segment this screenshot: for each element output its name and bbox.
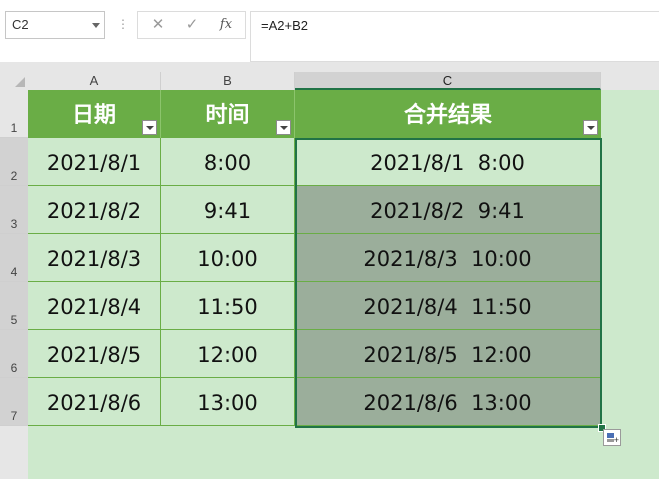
formula-bar: C2 ⋮ ✕ ✓ fx =A2+B2: [0, 0, 659, 62]
cell-a7[interactable]: 2021/8/6: [28, 378, 161, 426]
table-header-merged-result[interactable]: 合并结果: [295, 90, 601, 138]
name-box[interactable]: C2: [5, 11, 105, 39]
row-header-1[interactable]: 1: [0, 90, 28, 138]
cell-a2[interactable]: 2021/8/1: [28, 138, 161, 186]
cell-c6[interactable]: 2021/8/5 12:00: [295, 330, 601, 378]
cell-b4[interactable]: 10:00: [161, 234, 295, 282]
table-header-label: 合并结果: [403, 102, 492, 127]
select-all-button[interactable]: [0, 72, 28, 90]
cell-a6[interactable]: 2021/8/5: [28, 330, 161, 378]
row-header-3[interactable]: 3: [0, 186, 28, 234]
check-icon[interactable]: ✓: [180, 12, 204, 38]
formula-buttons: ✕ ✓ fx: [137, 11, 246, 39]
cell-b3[interactable]: 9:41: [161, 186, 295, 234]
column-header-b[interactable]: B: [161, 72, 295, 90]
cell-a5[interactable]: 2021/8/4: [28, 282, 161, 330]
name-box-value: C2: [12, 17, 29, 32]
cell-c4[interactable]: 2021/8/3 10:00: [295, 234, 601, 282]
filter-dropdown-icon[interactable]: [583, 120, 598, 135]
cell-b5[interactable]: 11:50: [161, 282, 295, 330]
formula-input[interactable]: =A2+B2: [250, 11, 659, 62]
formula-text: =A2+B2: [261, 18, 308, 33]
cell-c2[interactable]: 2021/8/1 8:00: [295, 138, 601, 186]
row-header-7[interactable]: 7: [0, 378, 28, 426]
row-header-5[interactable]: 5: [0, 282, 28, 330]
row-header-6[interactable]: 6: [0, 330, 28, 378]
formula-bar-grip-icon: ⋮: [117, 17, 129, 31]
cell-b2[interactable]: 8:00: [161, 138, 295, 186]
cell-a4[interactable]: 2021/8/3: [28, 234, 161, 282]
cell-c5[interactable]: 2021/8/4 11:50: [295, 282, 601, 330]
chevron-down-icon[interactable]: [92, 23, 100, 28]
table-header-label: 日期: [71, 102, 116, 127]
quick-analysis-icon[interactable]: +: [603, 429, 621, 446]
filter-dropdown-icon[interactable]: [142, 120, 157, 135]
table-header-date[interactable]: 日期: [28, 90, 161, 138]
close-icon[interactable]: ✕: [146, 12, 170, 38]
cell-c3[interactable]: 2021/8/2 9:41: [295, 186, 601, 234]
table-header-time[interactable]: 时间: [161, 90, 295, 138]
filter-dropdown-icon[interactable]: [276, 120, 291, 135]
cell-c7[interactable]: 2021/8/6 13:00: [295, 378, 601, 426]
cell-b7[interactable]: 13:00: [161, 378, 295, 426]
row-header-4[interactable]: 4: [0, 234, 28, 282]
column-header-c[interactable]: C: [295, 72, 601, 90]
column-header-a[interactable]: A: [28, 72, 161, 90]
fx-icon[interactable]: fx: [214, 12, 238, 38]
row-header-2[interactable]: 2: [0, 138, 28, 186]
table-header-label: 时间: [205, 102, 250, 127]
cell-a3[interactable]: 2021/8/2: [28, 186, 161, 234]
select-all-icon: [15, 77, 25, 87]
cell-b6[interactable]: 12:00: [161, 330, 295, 378]
